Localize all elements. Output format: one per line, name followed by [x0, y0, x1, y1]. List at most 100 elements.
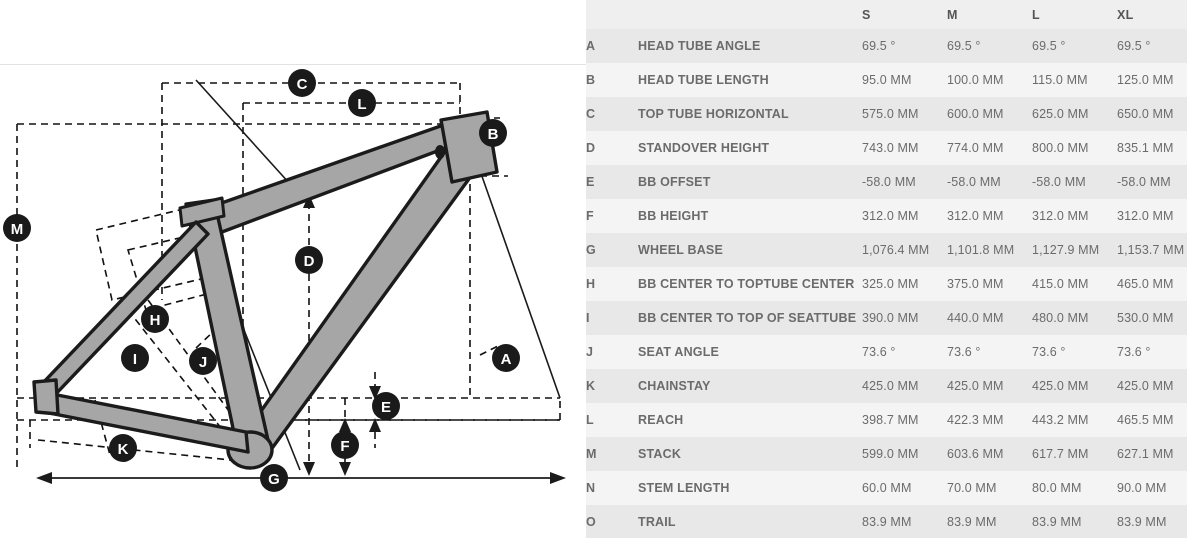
table-row: E BB OFFSET -58.0 MM -58.0 MM -58.0 MM -58.0 … [586, 165, 1187, 199]
header-letter [586, 0, 638, 29]
row-measurement: BB CENTER TO TOP OF SEATTUBE [638, 301, 862, 335]
row-letter: C [586, 97, 638, 131]
geometry-page: A B C D E F G H I J K L M S M L XL A HEA… [0, 0, 1187, 538]
row-value-l: 425.0 MM [1032, 369, 1117, 403]
chainstay [40, 390, 250, 454]
row-value-m: 312.0 MM [947, 199, 1032, 233]
row-value-m: 83.9 MM [947, 505, 1032, 538]
row-value-xl: 83.9 MM [1117, 505, 1187, 538]
svg-text:M: M [11, 221, 24, 238]
row-value-xl: 125.0 MM [1117, 63, 1187, 97]
row-value-l: -58.0 MM [1032, 165, 1117, 199]
row-value-m: 425.0 MM [947, 369, 1032, 403]
table-row: H BB CENTER TO TOPTUBE CENTER 325.0 MM 375.… [586, 267, 1187, 301]
geometry-spec-table-pane: S M L XL A HEAD TUBE ANGLE 69.5 ° 69.5 ° 69.… [586, 0, 1187, 538]
table-row: D STANDOVER HEIGHT 743.0 MM 774.0 MM 800.0 M… [586, 131, 1187, 165]
row-letter: I [586, 301, 638, 335]
row-value-s: -58.0 MM [862, 165, 947, 199]
seatstay [38, 220, 210, 400]
header-size-l[interactable]: L [1032, 0, 1117, 29]
table-row: F BB HEIGHT 312.0 MM 312.0 MM 312.0 MM 312.0 … [586, 199, 1187, 233]
marker-E: E [372, 392, 400, 420]
row-letter: M [586, 437, 638, 471]
header-size-xl[interactable]: XL [1117, 0, 1187, 29]
marker-G: G [260, 464, 288, 492]
row-value-xl: 73.6 ° [1117, 335, 1187, 369]
marker-C: C [288, 69, 316, 97]
row-value-xl: 650.0 MM [1117, 97, 1187, 131]
row-measurement: STEM LENGTH [638, 471, 862, 505]
row-measurement: HEAD TUBE ANGLE [638, 29, 862, 63]
svg-text:H: H [150, 312, 161, 329]
row-value-xl: 90.0 MM [1117, 471, 1187, 505]
row-value-s: 575.0 MM [862, 97, 947, 131]
svg-text:J: J [199, 354, 207, 371]
row-value-l: 625.0 MM [1032, 97, 1117, 131]
arrow-f-down [339, 462, 351, 476]
row-value-s: 69.5 ° [862, 29, 947, 63]
row-value-s: 95.0 MM [862, 63, 947, 97]
row-letter: K [586, 369, 638, 403]
header-size-s[interactable]: S [862, 0, 947, 29]
marker-D: D [295, 246, 323, 274]
svg-text:G: G [268, 471, 280, 488]
row-value-xl: 530.0 MM [1117, 301, 1187, 335]
row-value-m: 375.0 MM [947, 267, 1032, 301]
row-value-xl: 835.1 MM [1117, 131, 1187, 165]
table-row: I BB CENTER TO TOP OF SEATTUBE 390.0 MM 440… [586, 301, 1187, 335]
row-value-m: 100.0 MM [947, 63, 1032, 97]
row-measurement: WHEEL BASE [638, 233, 862, 267]
row-value-xl: -58.0 MM [1117, 165, 1187, 199]
row-value-m: 1,101.8 MM [947, 233, 1032, 267]
marker-L: L [348, 89, 376, 117]
row-letter: G [586, 233, 638, 267]
table-row: K CHAINSTAY 425.0 MM 425.0 MM 425.0 MM 425.0 … [586, 369, 1187, 403]
marker-J: J [189, 347, 217, 375]
frame-geometry-drawing: A B C D E F G H I J K L M [3, 69, 566, 492]
row-measurement: REACH [638, 403, 862, 437]
row-letter: D [586, 131, 638, 165]
row-value-xl: 312.0 MM [1117, 199, 1187, 233]
row-value-s: 425.0 MM [862, 369, 947, 403]
row-value-s: 398.7 MM [862, 403, 947, 437]
row-value-s: 73.6 ° [862, 335, 947, 369]
row-measurement: STACK [638, 437, 862, 471]
svg-text:A: A [501, 351, 512, 368]
row-measurement: TOP TUBE HORIZONTAL [638, 97, 862, 131]
row-value-l: 83.9 MM [1032, 505, 1117, 538]
row-value-xl: 465.0 MM [1117, 267, 1187, 301]
marker-H: H [141, 305, 169, 333]
row-value-xl: 1,153.7 MM [1117, 233, 1187, 267]
row-letter: L [586, 403, 638, 437]
row-value-m: 440.0 MM [947, 301, 1032, 335]
row-measurement: BB OFFSET [638, 165, 862, 199]
row-value-s: 1,076.4 MM [862, 233, 947, 267]
row-value-l: 800.0 MM [1032, 131, 1117, 165]
row-value-m: 422.3 MM [947, 403, 1032, 437]
row-value-xl: 465.5 MM [1117, 403, 1187, 437]
row-letter: F [586, 199, 638, 233]
row-value-xl: 627.1 MM [1117, 437, 1187, 471]
marker-B: B [479, 119, 507, 147]
marker-F: F [331, 431, 359, 459]
row-value-m: 73.6 ° [947, 335, 1032, 369]
row-value-s: 83.9 MM [862, 505, 947, 538]
row-value-m: -58.0 MM [947, 165, 1032, 199]
marker-K: K [109, 434, 137, 462]
row-letter: B [586, 63, 638, 97]
cable-port [435, 145, 445, 159]
wheelbase-arrow [36, 472, 566, 484]
header-size-m[interactable]: M [947, 0, 1032, 29]
marker-A: A [492, 344, 520, 372]
svg-text:D: D [304, 253, 315, 270]
row-value-s: 599.0 MM [862, 437, 947, 471]
row-value-m: 69.5 ° [947, 29, 1032, 63]
geometry-spec-table: S M L XL A HEAD TUBE ANGLE 69.5 ° 69.5 ° 69.… [586, 0, 1187, 538]
row-letter: J [586, 335, 638, 369]
row-value-m: 774.0 MM [947, 131, 1032, 165]
header-row: S M L XL [586, 0, 1187, 29]
frame-body [32, 110, 499, 470]
table-row: C TOP TUBE HORIZONTAL 575.0 MM 600.0 MM 625.… [586, 97, 1187, 131]
seat-tube-extension [195, 79, 301, 196]
row-value-m: 603.6 MM [947, 437, 1032, 471]
